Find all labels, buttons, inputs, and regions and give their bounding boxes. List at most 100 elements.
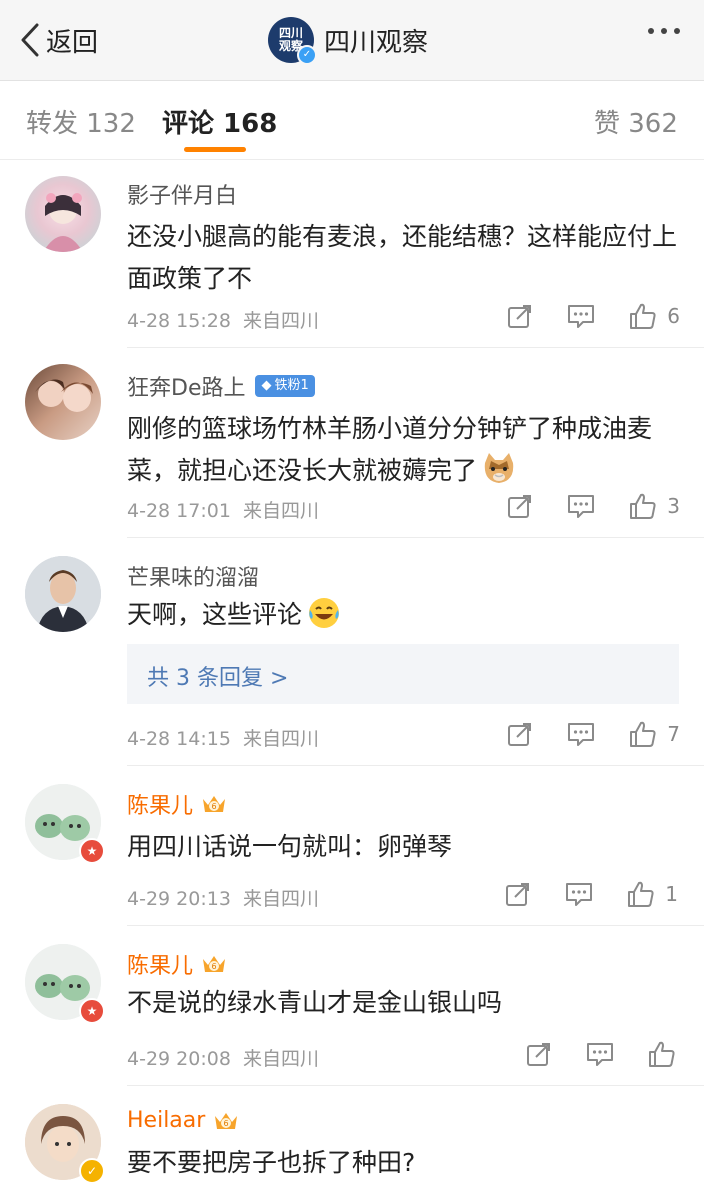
comment-actions: 3 (473, 492, 680, 520)
comment-time: 4-29 20:08 (127, 1048, 231, 1070)
share-button[interactable] (507, 303, 533, 329)
top-bar: 返回 四川观察 ✓ 四川观察 (0, 0, 704, 81)
back-button[interactable]: 返回 (20, 20, 98, 60)
tab-bar: 转发 132 评论 168 赞 362 (0, 81, 704, 160)
like-button[interactable] (648, 1040, 676, 1068)
avatar-image (25, 556, 101, 632)
comment-actions: 1 (471, 880, 678, 908)
like-button[interactable]: 6 (629, 302, 680, 330)
share-icon (508, 305, 532, 328)
comment-source: 来自四川 (243, 1048, 320, 1070)
share-icon (508, 723, 532, 746)
reply-button[interactable] (565, 881, 593, 907)
replies-label: 共 3 条回复 > (147, 666, 289, 691)
comment-text-body: 刚修的篮球场竹林羊肠小道分分钟铲了种成油麦菜，就担心还没长大就被薅完了 (127, 414, 653, 485)
username-text: 影子伴月白 (127, 184, 238, 209)
tab-reposts[interactable]: 转发 132 (26, 103, 136, 140)
username-text: 陈果儿 (127, 954, 194, 979)
vip-crown-icon: 6 (213, 1110, 239, 1132)
reply-button[interactable] (567, 303, 595, 329)
username[interactable]: 芒果味的溜溜 (127, 560, 259, 592)
comment-source: 来自四川 (243, 310, 320, 332)
username[interactable]: 狂奔De路上 ◆ 铁粉1 (127, 370, 315, 402)
share-button[interactable] (505, 881, 531, 907)
comment-actions: 7 (473, 720, 680, 748)
comment-meta: 4-28 17:01 来自四川 (127, 496, 319, 523)
like-count: 7 (667, 722, 680, 746)
svg-text:6: 6 (211, 802, 216, 811)
username[interactable]: 陈果儿 6 (127, 788, 227, 820)
username-text: 狂奔De路上 (127, 376, 246, 401)
tab-likes[interactable]: 赞 362 (594, 103, 678, 140)
more-options-button[interactable] (648, 28, 680, 34)
reply-button[interactable] (567, 493, 595, 519)
thumbs-up-icon (630, 493, 656, 519)
account-logo[interactable]: 四川观察 ✓ (268, 17, 317, 65)
tab-comments[interactable]: 评论 168 (162, 103, 277, 140)
fan-badge-label: 铁粉1 (274, 378, 309, 393)
comment-text: 天啊，这些评论 (127, 594, 687, 636)
comment-icon (568, 495, 595, 518)
thumbs-up-icon (630, 303, 656, 329)
share-icon (506, 883, 530, 906)
back-label: 返回 (46, 27, 99, 58)
username[interactable]: 陈果儿 6 (127, 948, 227, 980)
comment-meta: 4-29 20:13 来自四川 (127, 884, 319, 911)
comment-item: 芒果味的溜溜 天啊，这些评论 共 3 条回复 > 4-28 14:15 来自四川… (0, 538, 704, 766)
username-text: 陈果儿 (127, 794, 194, 819)
like-count: 3 (667, 494, 680, 518)
comment-source: 来自四川 (243, 888, 320, 910)
comment-item: 狂奔De路上 ◆ 铁粉1 刚修的篮球场竹林羊肠小道分分钟铲了种成油麦菜，就担心还没… (0, 348, 704, 538)
cat-face-emoji (481, 451, 517, 487)
share-button[interactable] (507, 493, 533, 519)
avatar[interactable] (25, 176, 101, 252)
like-count: 6 (667, 304, 680, 328)
active-tab-indicator (184, 147, 246, 152)
diamond-icon: ◆ (261, 378, 272, 393)
share-button[interactable] (526, 1041, 552, 1067)
reply-button[interactable] (586, 1041, 614, 1067)
laughing-crying-emoji (306, 595, 342, 631)
username-text: Heilaar (127, 1108, 206, 1133)
svg-text:6: 6 (211, 962, 216, 971)
thumbs-up-icon (649, 1041, 675, 1067)
comment-item: ★ 陈果儿 6 用四川话说一句就叫：卵弹琴 4-29 20:13 来自四川 1 (0, 766, 704, 926)
like-button[interactable]: 7 (629, 720, 680, 748)
dot-icon (674, 28, 680, 34)
comment-text: 用四川话说一句就叫：卵弹琴 (127, 832, 453, 861)
view-replies-link[interactable]: 共 3 条回复 > (127, 644, 679, 704)
avatar-image (35, 379, 93, 412)
comment-time: 4-28 15:28 (127, 310, 231, 332)
fan-badge: ◆ 铁粉1 (255, 375, 315, 397)
comment-item: ★ 陈果儿 6 不是说的绿水青山才是金山银山吗 4-29 20:08 来自四川 (0, 926, 704, 1086)
like-button[interactable]: 1 (627, 880, 678, 908)
avatar[interactable] (25, 364, 101, 440)
like-button[interactable]: 3 (629, 492, 680, 520)
vip-crown-icon: 6 (201, 953, 227, 975)
username[interactable]: 影子伴月白 (127, 178, 237, 210)
comment-text: 要不要把房子也拆了种田? (127, 1148, 416, 1177)
share-button[interactable] (507, 721, 533, 747)
username[interactable]: Heilaar 6 (127, 1108, 239, 1133)
comment-source: 来自四川 (243, 500, 320, 522)
page-title: 四川观察 (324, 27, 429, 58)
verified-badge-icon: ✓ (79, 1158, 105, 1184)
avatar[interactable] (25, 556, 101, 632)
reply-button[interactable] (567, 721, 595, 747)
account-title[interactable]: 四川观察 ✓ 四川观察 (268, 16, 429, 65)
comment-time: 4-28 14:15 (127, 728, 231, 750)
comment-time: 4-28 17:01 (127, 500, 231, 522)
comment-icon (568, 305, 595, 328)
thumbs-up-icon (630, 721, 656, 747)
comment-meta: 4-29 20:08 来自四川 (127, 1044, 319, 1071)
comment-actions (492, 1040, 676, 1068)
svg-text:6: 6 (224, 1119, 229, 1128)
dot-icon (661, 28, 667, 34)
comment-text-body: 天啊，这些评论 (127, 600, 303, 629)
comment-icon (566, 883, 593, 906)
dot-icon (648, 28, 654, 34)
like-count: 1 (665, 882, 678, 906)
comment-item: ✓ Heilaar 6 要不要把房子也拆了种田? (0, 1086, 704, 1200)
chevron-left-icon (21, 23, 39, 57)
comment-text: 不是说的绿水青山才是金山银山吗 (127, 988, 503, 1017)
